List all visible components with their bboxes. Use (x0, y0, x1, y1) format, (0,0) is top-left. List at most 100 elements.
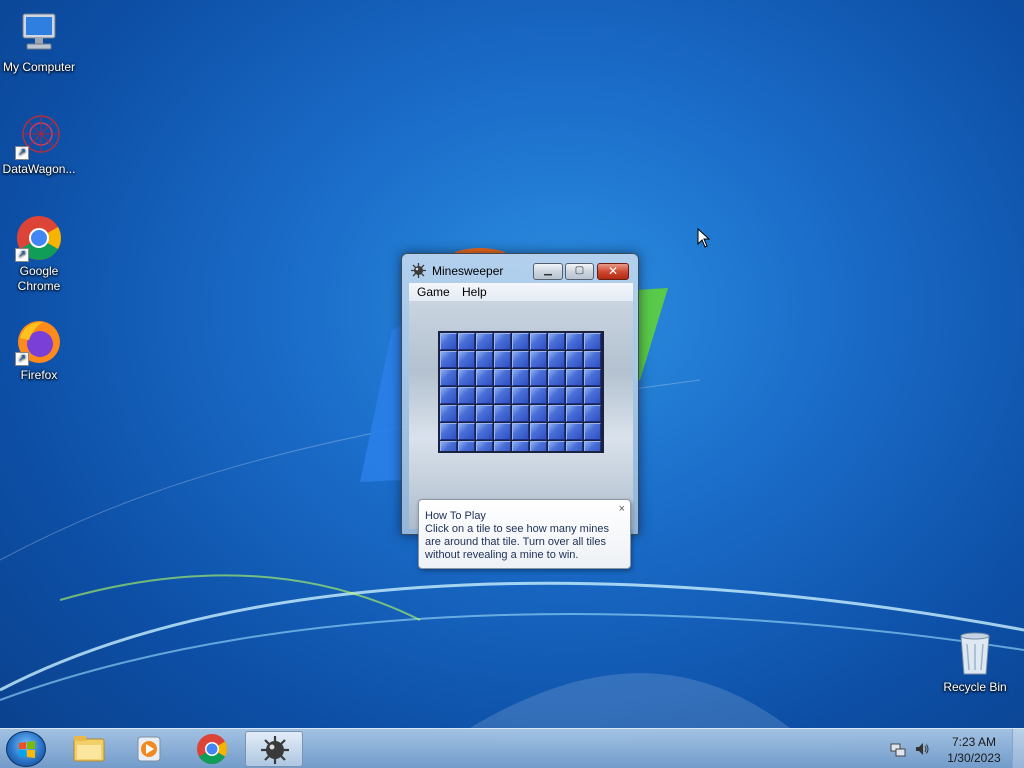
menu-help[interactable]: Help (462, 285, 487, 299)
desktop-icon-google-chrome[interactable]: ↗ Google Chrome (0, 214, 78, 294)
mine-tile[interactable] (440, 333, 457, 350)
mine-tile[interactable] (584, 369, 601, 386)
mine-tile[interactable] (548, 351, 565, 368)
mine-tile[interactable] (494, 369, 511, 386)
mine-tile[interactable] (440, 423, 457, 440)
tooltip-title: How To Play (425, 510, 486, 522)
mine-tile[interactable] (566, 333, 583, 350)
mine-tile[interactable] (440, 405, 457, 422)
mine-tile[interactable] (494, 333, 511, 350)
mine-tile[interactable] (476, 333, 493, 350)
shortcut-arrow-icon: ↗ (15, 352, 29, 366)
mine-tile[interactable] (512, 441, 529, 451)
mine-tile[interactable] (584, 405, 601, 422)
mine-tile[interactable] (512, 333, 529, 350)
mine-tile[interactable] (548, 369, 565, 386)
mine-tile[interactable] (458, 351, 475, 368)
mine-tile[interactable] (440, 387, 457, 404)
mine-tile[interactable] (566, 387, 583, 404)
mine-tile[interactable] (530, 387, 547, 404)
mine-tile[interactable] (566, 351, 583, 368)
minesweeper-window[interactable]: Minesweeper ▁ ▢ ✕ Game Help How To Play … (401, 253, 639, 569)
network-icon[interactable] (890, 741, 906, 757)
mine-tile[interactable] (476, 351, 493, 368)
mine-tile[interactable] (512, 387, 529, 404)
mine-tile[interactable] (512, 423, 529, 440)
clock-date: 1/30/2023 (947, 751, 1001, 765)
mine-tile[interactable] (476, 423, 493, 440)
mine-tile[interactable] (458, 405, 475, 422)
mine-tile[interactable] (566, 405, 583, 422)
mine-tile[interactable] (494, 423, 511, 440)
minefield-board[interactable] (438, 331, 604, 453)
how-to-play-tooltip: How To Play × Click on a tile to see how… (418, 499, 631, 569)
mine-tile[interactable] (584, 333, 601, 350)
mine-tile[interactable] (476, 387, 493, 404)
taskbar-media-player[interactable] (121, 731, 179, 767)
chrome-icon: ↗ (15, 214, 63, 262)
mine-tile[interactable] (494, 351, 511, 368)
mine-tile[interactable] (458, 333, 475, 350)
volume-icon[interactable] (914, 741, 930, 757)
mine-tile[interactable] (530, 333, 547, 350)
show-desktop-button[interactable] (1012, 729, 1024, 768)
mine-tile[interactable] (476, 441, 493, 451)
mine-tile[interactable] (512, 405, 529, 422)
mine-tile[interactable] (458, 387, 475, 404)
mine-tile[interactable] (584, 351, 601, 368)
file-explorer-icon (73, 736, 105, 762)
mine-tile[interactable] (440, 369, 457, 386)
taskbar-file-explorer[interactable] (60, 731, 118, 767)
close-icon: ✕ (607, 264, 619, 278)
menu-game[interactable]: Game (417, 285, 450, 299)
mine-tile[interactable] (494, 441, 511, 451)
mine-tile[interactable] (476, 405, 493, 422)
mine-tile[interactable] (530, 351, 547, 368)
mine-tile[interactable] (584, 441, 601, 451)
desktop-icon-label: Firefox (20, 368, 58, 382)
shortcut-arrow-icon: ↗ (15, 248, 29, 262)
mine-tile[interactable] (476, 369, 493, 386)
maximize-button[interactable]: ▢ (565, 263, 594, 280)
mine-tile[interactable] (566, 441, 583, 451)
desktop-icon-firefox[interactable]: ↗ Firefox (0, 318, 78, 383)
desktop-icon-my-computer[interactable]: My Computer (0, 10, 78, 75)
mine-tile[interactable] (584, 387, 601, 404)
mine-tile[interactable] (458, 369, 475, 386)
mine-tile[interactable] (566, 369, 583, 386)
mine-tile[interactable] (458, 423, 475, 440)
mine-tile[interactable] (584, 423, 601, 440)
taskbar-minesweeper[interactable] (245, 731, 303, 767)
desktop-icon-recycle-bin[interactable]: Recycle Bin (936, 630, 1014, 695)
close-button[interactable]: ✕ (597, 263, 629, 280)
mine-tile[interactable] (548, 333, 565, 350)
mine-tile[interactable] (512, 369, 529, 386)
title-bar[interactable]: Minesweeper ▁ ▢ ✕ (402, 254, 638, 284)
mine-tile[interactable] (530, 369, 547, 386)
mine-tile[interactable] (494, 387, 511, 404)
mine-tile[interactable] (530, 405, 547, 422)
minesweeper-icon (411, 263, 426, 278)
mine-tile[interactable] (458, 441, 475, 451)
taskbar-chrome[interactable] (183, 731, 241, 767)
mine-tile[interactable] (548, 441, 565, 451)
minimize-icon: ▁ (544, 265, 552, 276)
system-clock[interactable]: 7:23 AM 1/30/2023 (940, 734, 1008, 766)
mine-tile[interactable] (566, 423, 583, 440)
mine-tile[interactable] (440, 441, 457, 451)
mine-tile[interactable] (530, 441, 547, 451)
chrome-icon (197, 734, 228, 765)
clock-time: 7:23 AM (951, 735, 997, 749)
tooltip-close-icon[interactable]: × (619, 503, 625, 515)
mine-tile[interactable] (548, 405, 565, 422)
desktop-icon-datawagon[interactable]: ↗ DataWagon... (0, 112, 78, 177)
mine-tile[interactable] (548, 423, 565, 440)
windows-start-icon[interactable] (6, 731, 46, 767)
menu-bar: Game Help (409, 283, 633, 302)
mine-tile[interactable] (548, 387, 565, 404)
mine-tile[interactable] (530, 423, 547, 440)
mine-tile[interactable] (440, 351, 457, 368)
minimize-button[interactable]: ▁ (533, 263, 563, 280)
mine-tile[interactable] (494, 405, 511, 422)
mine-tile[interactable] (512, 351, 529, 368)
